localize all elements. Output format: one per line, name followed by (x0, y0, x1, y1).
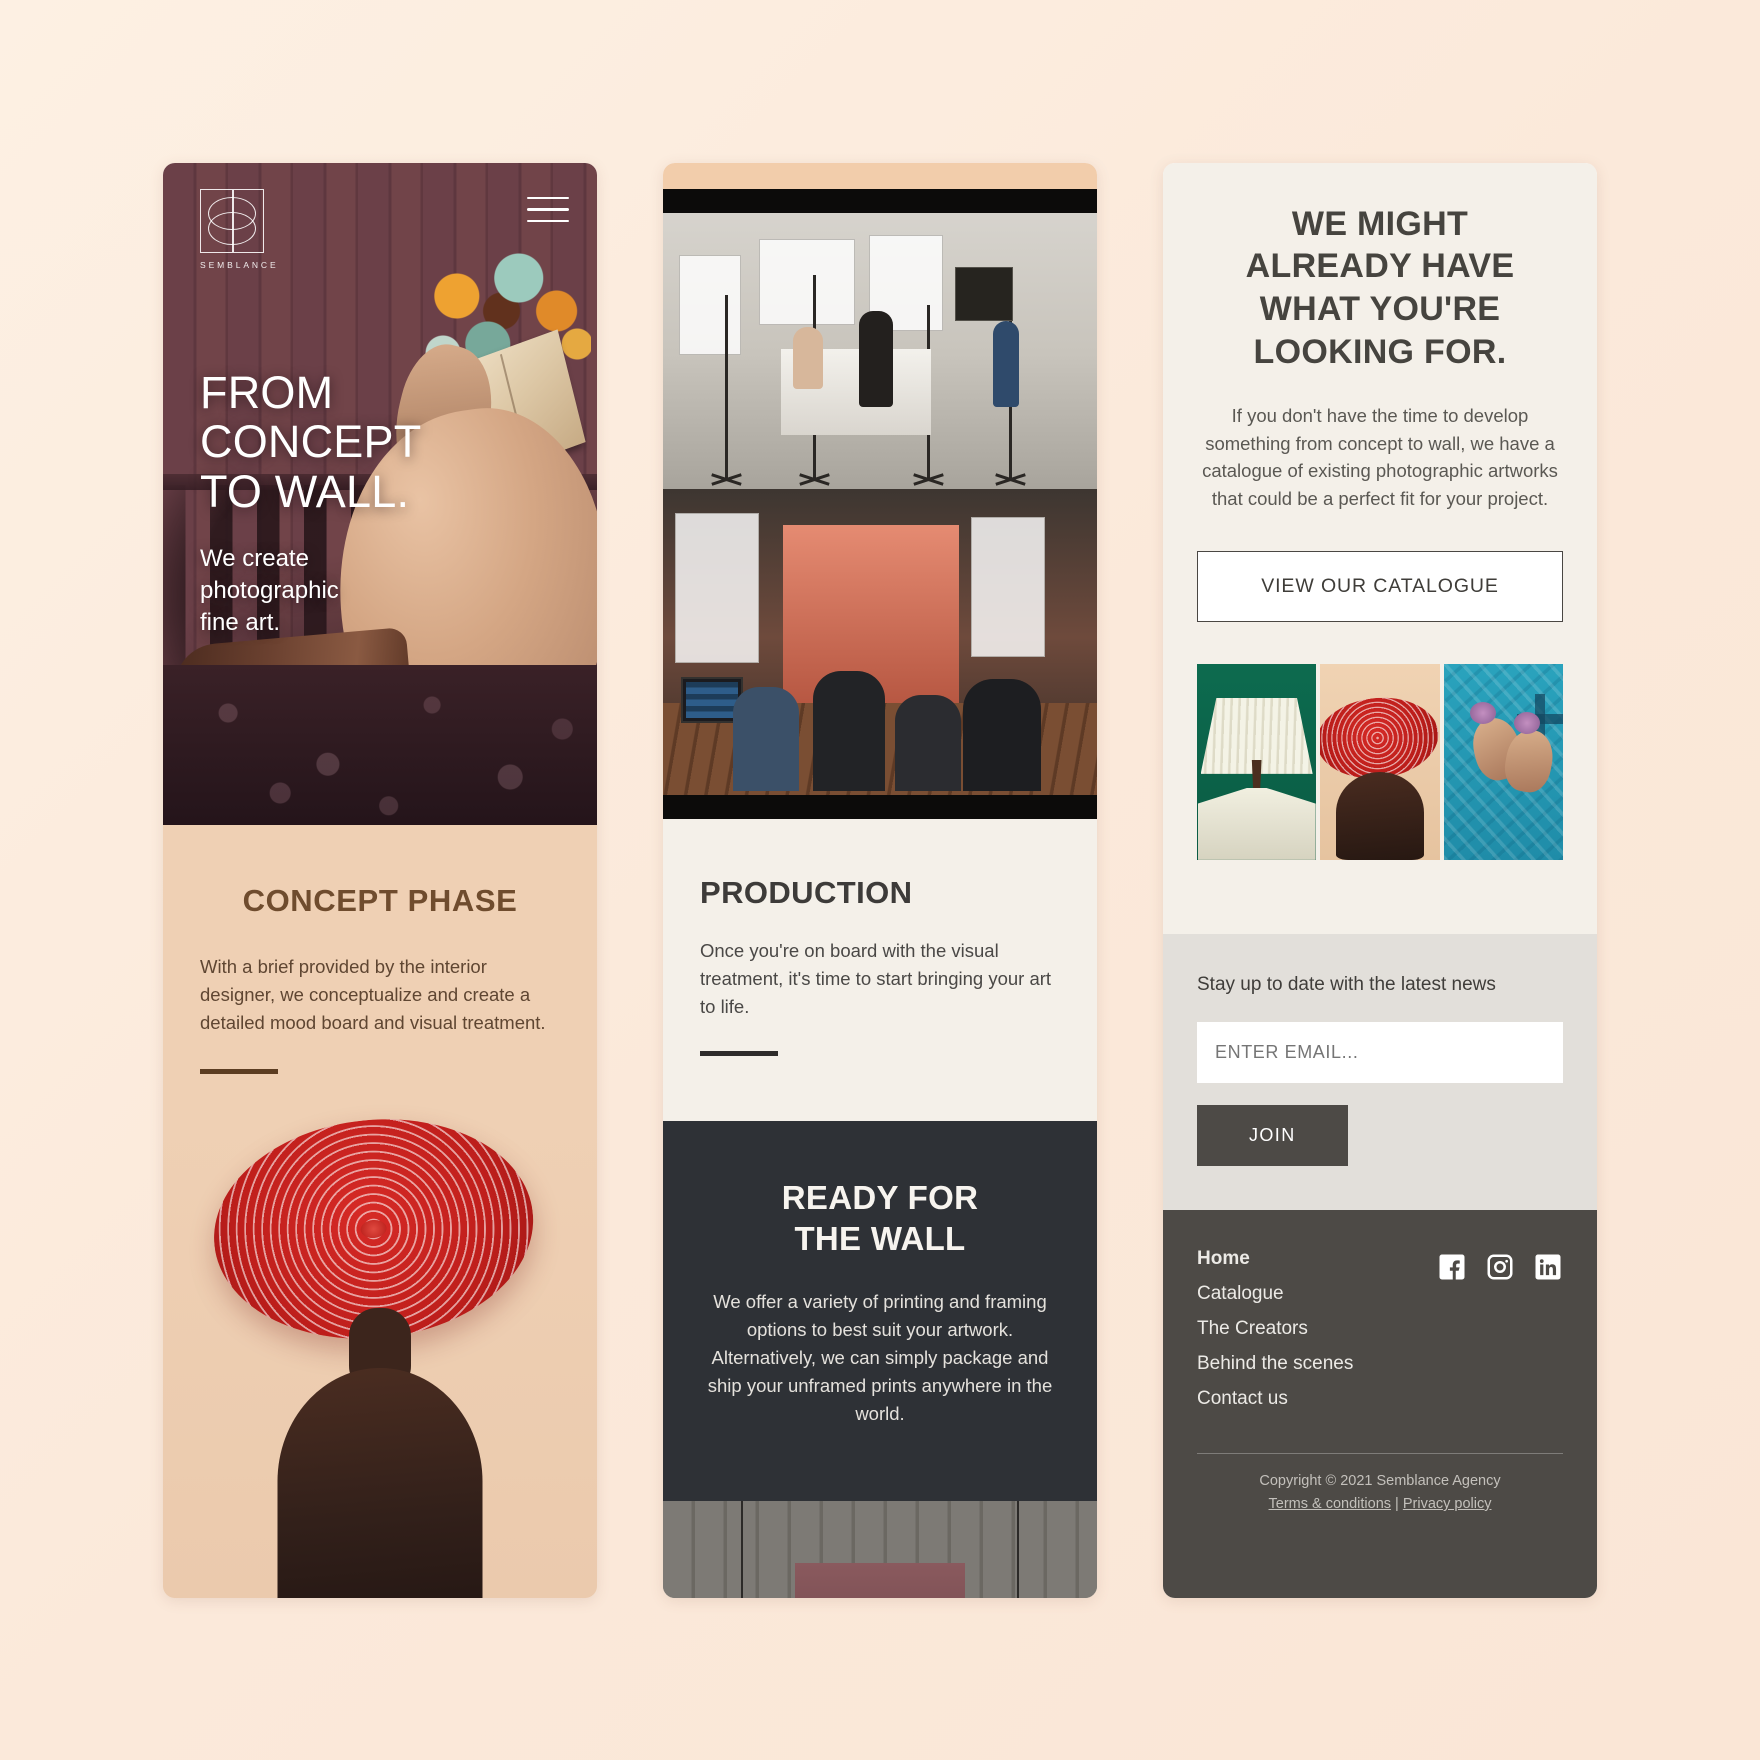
view-catalogue-button[interactable]: VIEW OUR CATALOGUE (1197, 550, 1563, 622)
terms-link[interactable]: Terms & conditions (1269, 1496, 1392, 1512)
catalogue-heading-line: ALREADY HAVE (1245, 247, 1515, 286)
brand-name: SEMBLANCE (200, 259, 279, 270)
facebook-icon[interactable] (1437, 1252, 1467, 1282)
phone-panel-home-top: SEMBLANCE FROM CONCEPT TO WALL. We creat… (163, 162, 597, 1598)
crew-member-decor (993, 320, 1019, 407)
fireplace-decor (795, 1562, 965, 1598)
section-rule (200, 1068, 278, 1074)
ready-heading: READY FOR THE WALL (697, 1177, 1063, 1260)
privacy-link[interactable]: Privacy policy (1403, 1496, 1492, 1512)
legal-links: Terms & conditions | Privacy policy (1197, 1493, 1563, 1516)
top-strip (663, 162, 1097, 189)
instagram-icon[interactable] (1485, 1252, 1515, 1282)
catalogue-heading-line: WE MIGHT (1291, 204, 1469, 243)
artwork-swimmers-blue-water[interactable] (1443, 663, 1563, 860)
model-torso-decor (1335, 771, 1424, 860)
crew-member-decor (895, 694, 961, 791)
crew-member-decor (733, 686, 799, 791)
softbox-decor (679, 254, 741, 355)
softbox-decor (971, 516, 1045, 657)
camera-rig-decor (955, 266, 1013, 321)
catalogue-heading-line: WHAT YOU'RE (1259, 290, 1501, 329)
hero-copy: FROM CONCEPT TO WALL. We create photogra… (200, 366, 422, 639)
footer-divider (1197, 1452, 1563, 1454)
footer-copyright-block: Copyright © 2021 Semblance Agency Terms … (1197, 1470, 1563, 1516)
floor-band-decor (663, 794, 1097, 819)
footer-link-behind-the-scenes[interactable]: Behind the scenes (1197, 1353, 1353, 1375)
newsletter-section: Stay up to date with the latest news JOI… (1163, 933, 1597, 1210)
site-footer: Home Catalogue The Creators Behind the s… (1163, 1209, 1597, 1598)
catalogue-section: WE MIGHT ALREADY HAVE WHAT YOU'RE LOOKIN… (1163, 162, 1597, 860)
behind-the-scenes-photo-studio (663, 188, 1097, 489)
footer-link-home[interactable]: Home (1197, 1248, 1353, 1270)
ready-body: We offer a variety of printing and frami… (707, 1290, 1053, 1425)
email-input[interactable] (1197, 1021, 1563, 1083)
screenshot-stage: SEMBLANCE FROM CONCEPT TO WALL. We creat… (0, 0, 1760, 1760)
footer-top: Home Catalogue The Creators Behind the s… (1197, 1248, 1563, 1423)
light-stand-decor (725, 294, 728, 481)
crew-member-decor (963, 678, 1041, 791)
concept-phase-heading: CONCEPT PHASE (242, 882, 518, 918)
pendant-cord-decor (1017, 1500, 1019, 1598)
brand-logo[interactable]: SEMBLANCE (200, 188, 279, 270)
artwork-white-fan-headpiece[interactable] (1197, 663, 1317, 860)
footer-link-contact-us[interactable]: Contact us (1197, 1388, 1353, 1410)
hamburger-menu-icon[interactable] (527, 189, 569, 232)
ready-heading-line: THE WALL (794, 1220, 966, 1258)
semblance-logo-icon (200, 188, 264, 253)
artwork-red-spiral-hat[interactable] (1320, 663, 1440, 860)
model-torso-decor (277, 1367, 483, 1598)
production-body: Once you're on board with the visual tre… (700, 939, 1052, 1017)
footer-link-the-creators[interactable]: The Creators (1197, 1318, 1353, 1340)
phone-panel-catalogue-footer: WE MIGHT ALREADY HAVE WHAT YOU'RE LOOKIN… (1163, 162, 1597, 1598)
copyright-text: Copyright © 2021 Semblance Agency (1259, 1472, 1501, 1489)
behind-the-scenes-film-set (663, 488, 1097, 819)
crew-member-decor (813, 670, 885, 791)
model-decor (793, 326, 823, 389)
artwork-red-spiral-hat-large (163, 1103, 597, 1598)
catalogue-heading: WE MIGHT ALREADY HAVE WHAT YOU'RE LOOKIN… (1197, 203, 1563, 374)
ready-for-the-wall-section: READY FOR THE WALL We offer a variety of… (663, 1120, 1097, 1501)
hero-subtitle: We create photographic fine art. (200, 543, 421, 638)
hero-subtitle-line: photographic (200, 576, 339, 604)
newsletter-lead: Stay up to date with the latest news (1197, 973, 1496, 995)
pendant-cord-decor (741, 1500, 743, 1598)
white-collar-decor (1197, 787, 1316, 860)
crew-member-decor (859, 310, 893, 407)
hero-subtitle-line: fine art. (200, 608, 281, 636)
concept-phase-body: With a brief provided by the interior de… (200, 955, 546, 1033)
phone-panel-production: PRODUCTION Once you're on board with the… (663, 162, 1097, 1598)
production-section: PRODUCTION Once you're on board with the… (663, 818, 1097, 1121)
linkedin-icon[interactable] (1533, 1252, 1563, 1282)
legal-separator: | (1391, 1496, 1403, 1512)
red-hat-decor (1320, 691, 1440, 784)
ceiling-band-decor (663, 188, 1097, 213)
hero-title-line: CONCEPT (200, 416, 422, 468)
production-heading: PRODUCTION (700, 874, 913, 910)
interior-room-photo (663, 1500, 1097, 1598)
footer-nav: Home Catalogue The Creators Behind the s… (1197, 1248, 1353, 1423)
softbox-decor (759, 238, 855, 325)
hero-title: FROM CONCEPT TO WALL. (200, 366, 422, 518)
hero-title-line: TO WALL. (200, 466, 410, 518)
catalogue-heading-line: LOOKING FOR. (1253, 332, 1507, 371)
swim-cap-decor (1513, 711, 1540, 734)
section-rule (700, 1050, 778, 1056)
ready-heading-line: READY FOR (781, 1178, 979, 1216)
catalogue-body: If you don't have the time to develop so… (1202, 404, 1558, 510)
hero-subtitle-line: We create (200, 545, 309, 573)
swim-cap-decor (1469, 701, 1496, 724)
hero-title-line: FROM (200, 366, 334, 418)
petal-floor-decor (163, 664, 597, 825)
footer-link-catalogue[interactable]: Catalogue (1197, 1283, 1353, 1305)
section-spacer (1163, 859, 1597, 934)
softbox-decor (675, 512, 759, 663)
social-links (1437, 1248, 1563, 1282)
catalogue-thumbnail-row (1197, 663, 1563, 860)
join-button[interactable]: JOIN (1197, 1104, 1348, 1166)
hero-header: SEMBLANCE (163, 163, 597, 270)
hero-section: SEMBLANCE FROM CONCEPT TO WALL. We creat… (163, 162, 597, 825)
concept-phase-section: CONCEPT PHASE With a brief provided by t… (163, 824, 597, 1598)
